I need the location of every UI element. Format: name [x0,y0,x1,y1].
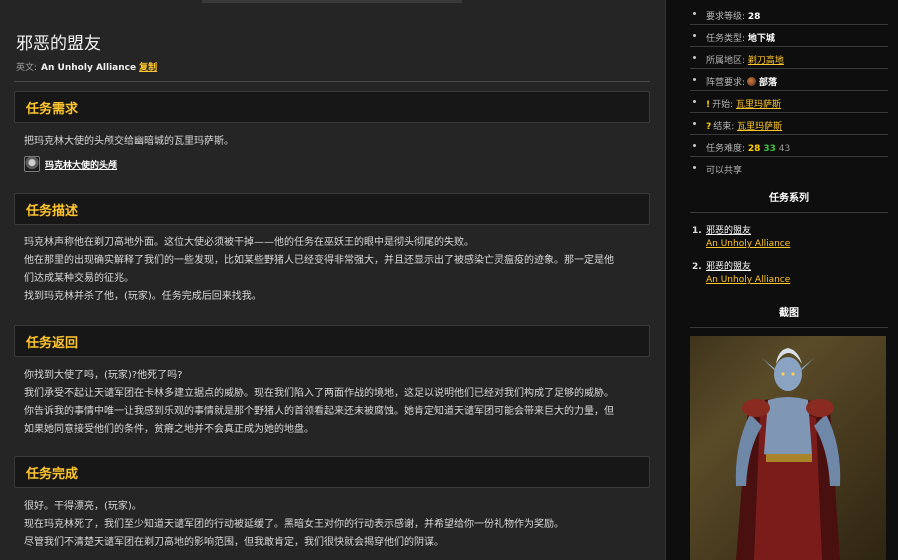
info-label: 阵营要求: [706,78,746,88]
page-title: 邪恶的盟友 [16,34,101,54]
series-heading: 任务系列 [769,193,809,204]
info-label: 任务类型: [706,34,746,44]
info-value: 部落 [759,78,778,88]
horde-icon [747,77,757,86]
requirements-heading: 任务需求 [26,102,79,117]
right-shoulder [806,399,834,417]
info-label: 可以共享 [706,166,743,176]
info-divider [690,46,888,47]
sidebar: 要求等级: 28 任务类型: 地下城 所属地区: 剃刀高地 阵营要求: 部落 ! 开… [690,0,888,560]
bullet [693,34,696,37]
left-shoulder [742,399,770,417]
series-number: 2. [692,262,702,272]
info-divider [690,156,888,157]
description-line: 玛克林声称他在剃刀高地外面。这位大使必须被干掉——他的任务在巫妖王的眼中是彻头彻… [24,237,474,248]
completion-line: 尽管我们不清楚天谴军团在剃刀高地的影响范围，但我敢肯定，我们很快就会揭穿他们的阴… [24,537,444,548]
severed-head-icon[interactable] [24,156,40,172]
progress-line: 如果她同意接受他们的条件，贫瘠之地并不会真正成为她的地盘。 [24,424,314,435]
bullet [693,12,696,15]
requirements-header: 任务需求 [14,91,650,123]
copy-link[interactable]: 复制 [139,63,157,73]
progress-line: 你找到大使了吗，(玩家)?他死了吗? [24,370,183,381]
description-text: 玛克林声称他在剃刀高地外面。这位大使必须被干掉——他的任务在巫妖王的眼中是彻头彻… [24,234,646,306]
info-shareable: 可以共享 [690,159,888,181]
left-eye [781,372,785,376]
series-link-en[interactable]: An Unholy Alliance [706,274,790,287]
difficulty-hard: 28 [747,144,761,154]
info-divider [690,112,888,113]
info-divider [690,134,888,135]
english-label: 英文: [16,63,38,73]
info-divider [690,68,888,69]
quest-page: 邪恶的盟友 英文: An Unholy Alliance 复制 任务需求 把玛克林大… [0,0,898,560]
torso [764,397,812,458]
completion-line: 很好。干得漂亮，(玩家)。 [24,501,142,512]
info-divider [690,24,888,25]
right-eye [791,372,795,376]
npc-figure [735,348,841,560]
progress-header: 任务返回 [14,325,650,357]
progress-text: 你找到大使了吗，(玩家)?他死了吗? 我们承受不起让天谴军团在卡林多建立据点的威… [24,367,646,439]
series-number: 1. [692,226,702,236]
zone-link[interactable]: 剃刀高地 [748,56,784,66]
description-line: 们达成某种交易的征兆。 [24,273,134,284]
info-label: 要求等级: [706,12,746,22]
requirements-text: 把玛克林大使的头颅交给幽暗城的瓦里玛萨斯。 [24,136,234,147]
info-label: 结束: [713,122,735,132]
series-link-zh[interactable]: 邪恶的盟友 [706,225,751,238]
completion-text: 很好。干得漂亮，(玩家)。 现在玛克林死了，我们至少知道天谴军团的行动被延缓了。… [24,498,646,552]
quest-screenshot[interactable] [690,336,886,560]
english-name-row: 英文: An Unholy Alliance 复制 [16,60,157,73]
required-item[interactable]: 玛克林大使的头颅 [24,155,117,173]
right-ear [800,358,814,372]
top-tab-strip [202,0,462,3]
difficulty-medium: 33 [763,144,776,154]
bullet [693,122,696,125]
bullet [693,144,696,147]
main-column: 邪恶的盟友 英文: An Unholy Alliance 复制 任务需求 把玛克林大… [0,0,666,560]
bullet [693,78,696,81]
description-heading: 任务描述 [26,204,79,219]
completion-heading: 任务完成 [26,467,79,482]
head [774,357,802,391]
series-link-en[interactable]: An Unholy Alliance [706,238,790,251]
required-item-link[interactable]: 玛克林大使的头颅 [45,158,117,171]
info-label: 任务难度: [706,144,746,154]
bullet [693,56,696,59]
bullet [693,100,696,103]
question-mark-icon: ? [706,122,712,132]
exclamation-icon: ! [706,100,711,110]
belt [766,454,812,462]
info-divider [690,90,888,91]
info-label: 开始: [712,100,734,110]
screenshot-divider [690,327,888,328]
series-divider [690,212,888,213]
title-divider [14,81,650,82]
left-ear [762,358,776,372]
description-header: 任务描述 [14,193,650,225]
info-label: 所属地区: [706,56,746,66]
difficulty-easy: 43 [778,144,791,154]
progress-heading: 任务返回 [26,336,79,351]
info-value: 地下城 [747,34,775,44]
screenshot-heading: 截图 [779,308,799,319]
description-line: 他在那里的出现确实解释了我们的一些发现，比如某些野猪人已经变得非常强大，并且还显… [24,255,614,266]
end-npc-link[interactable]: 瓦里玛萨斯 [737,122,782,132]
start-npc-link[interactable]: 瓦里玛萨斯 [736,100,781,110]
description-line: 找到玛克林并杀了他，(玩家)。任务完成后回来找我。 [24,291,262,302]
bullet [693,166,696,169]
progress-line: 我们承受不起让天谴军团在卡林多建立据点的威胁。现在我们陷入了两面作战的境地，这足… [24,388,614,399]
progress-line: 你告诉我的事情中唯一让我感到乐观的事情就是那个野猪人的首领看起来还未被腐蚀。她肯… [24,406,614,417]
info-value: 28 [747,12,761,22]
english-name: An Unholy Alliance [41,63,137,73]
completion-line: 现在玛克林死了，我们至少知道天谴军团的行动被延缓了。黑暗女王对你的行动表示感谢，… [24,519,564,530]
completion-header: 任务完成 [14,456,650,488]
series-link-zh[interactable]: 邪恶的盟友 [706,261,751,274]
